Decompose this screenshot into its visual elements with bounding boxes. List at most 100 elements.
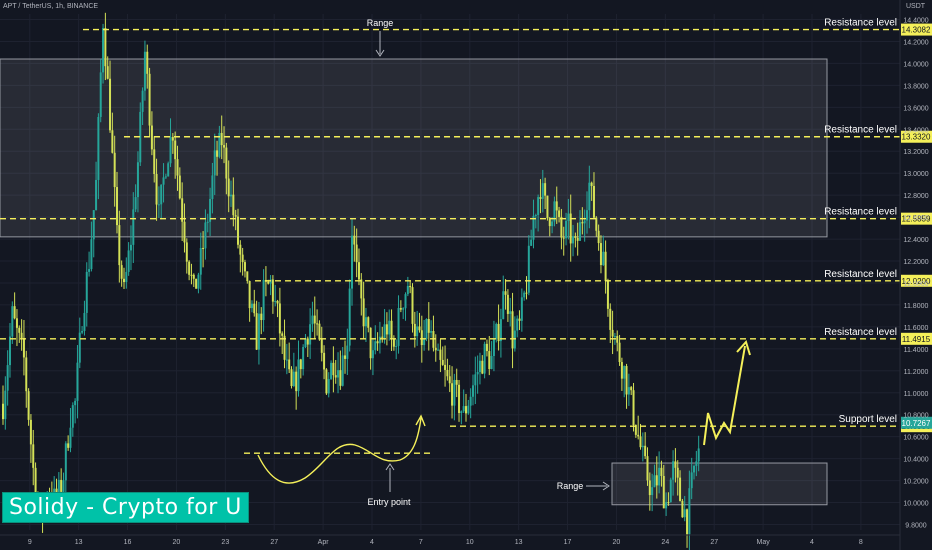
time-tick-label: 20 [613, 539, 621, 546]
candle-body [690, 472, 693, 489]
candle-body [292, 371, 295, 387]
resistance-level-label: Resistance level [824, 18, 897, 29]
candle-body [4, 390, 7, 420]
candle-body [246, 271, 249, 282]
candle-body [344, 355, 347, 359]
resistance-level-label: Resistance level [824, 125, 897, 136]
candle-body [655, 475, 658, 486]
candle-body [188, 261, 191, 275]
candle-body [481, 360, 484, 374]
candle-body [572, 236, 575, 244]
price-tick-label: 12.6000 [903, 215, 928, 222]
candle-body [490, 356, 493, 370]
candle-body [164, 176, 167, 178]
candle-body [285, 359, 288, 361]
range-label-bottom: Range [557, 481, 584, 491]
candle-body [211, 175, 214, 199]
candle-body [616, 336, 619, 343]
candle-body [22, 338, 25, 358]
candle-body [492, 338, 495, 357]
time-tick-label: 17 [564, 539, 572, 546]
candle-body [76, 362, 79, 401]
time-tick-label: 13 [515, 539, 523, 546]
candle-body [199, 247, 202, 275]
candle-body [499, 319, 502, 342]
candle-body [220, 132, 223, 146]
candle-body [546, 195, 549, 219]
price-tick-label: 13.0000 [903, 171, 928, 178]
candle-body [250, 303, 253, 309]
candle-body [383, 324, 386, 338]
candle-body [532, 215, 535, 240]
candle-body [332, 362, 335, 376]
price-tick-label: 14.4000 [903, 17, 928, 24]
candle-body [583, 220, 586, 224]
candle-body [686, 509, 689, 535]
candle-body [606, 281, 609, 309]
candle-body [281, 333, 284, 336]
candle-body [665, 502, 668, 509]
candle-body [474, 374, 477, 386]
price-chart[interactable]: Resistance level 14.3082 Resistance level 1… [0, 0, 932, 550]
candle-body [385, 324, 388, 335]
range-box-top [0, 58, 828, 238]
candle-body [674, 461, 677, 468]
candle-body [441, 359, 444, 365]
candle-body [511, 311, 514, 349]
candle-body [243, 262, 246, 272]
price-tick-label: 13.6000 [903, 105, 928, 112]
price-tick-label: 13.2000 [903, 149, 928, 156]
candle-body [276, 300, 279, 304]
candle-body [560, 216, 563, 238]
candle-body [618, 342, 621, 363]
time-tick-label: 4 [370, 539, 374, 546]
candle-body [588, 182, 591, 211]
candle-body [425, 319, 428, 340]
candle-body [160, 184, 163, 205]
candle-body [29, 419, 32, 445]
support-level-label: Support level [839, 414, 897, 425]
candle-body [320, 339, 323, 353]
candle-body [176, 159, 179, 176]
candle-body [551, 221, 554, 227]
candle-body [451, 383, 454, 406]
candle-body [544, 183, 547, 196]
candle-body [683, 509, 686, 518]
candle-body [530, 239, 533, 246]
candle-body [504, 291, 507, 295]
time-tick-label: 20 [173, 539, 181, 546]
candle-body [488, 351, 491, 370]
candle-body [371, 350, 374, 359]
price-tick-label: 13.4000 [903, 127, 928, 134]
price-tick-label: 11.4000 [904, 347, 929, 354]
candle-body [204, 222, 207, 249]
candle-body [409, 285, 412, 288]
candle-body [567, 213, 570, 221]
candle-body [325, 369, 328, 394]
candle-body [309, 324, 312, 345]
candle-body [174, 140, 177, 160]
candle-body [562, 237, 565, 239]
candle-body [92, 210, 95, 240]
price-tick-label: 11.2000 [904, 369, 929, 376]
candle-body [316, 323, 319, 325]
candle-body [230, 194, 233, 197]
candle-body [13, 306, 16, 319]
candle-body [288, 359, 291, 370]
candle-body [558, 210, 561, 217]
candle-body [178, 175, 181, 199]
candle-body [8, 336, 11, 366]
candle-body [109, 78, 112, 131]
candle-body [297, 359, 300, 392]
resistance-level-label: Resistance level [824, 207, 897, 218]
candle-body [346, 345, 349, 359]
time-tick-label: 13 [75, 539, 83, 546]
candle-body [413, 323, 416, 337]
candle-body [592, 185, 595, 218]
candle-body [658, 467, 661, 486]
candle-body [104, 28, 107, 67]
time-tick-label: 27 [270, 539, 278, 546]
candle-body [627, 387, 630, 395]
candle-body [74, 400, 77, 406]
price-tick-label: 10.0000 [903, 501, 928, 508]
